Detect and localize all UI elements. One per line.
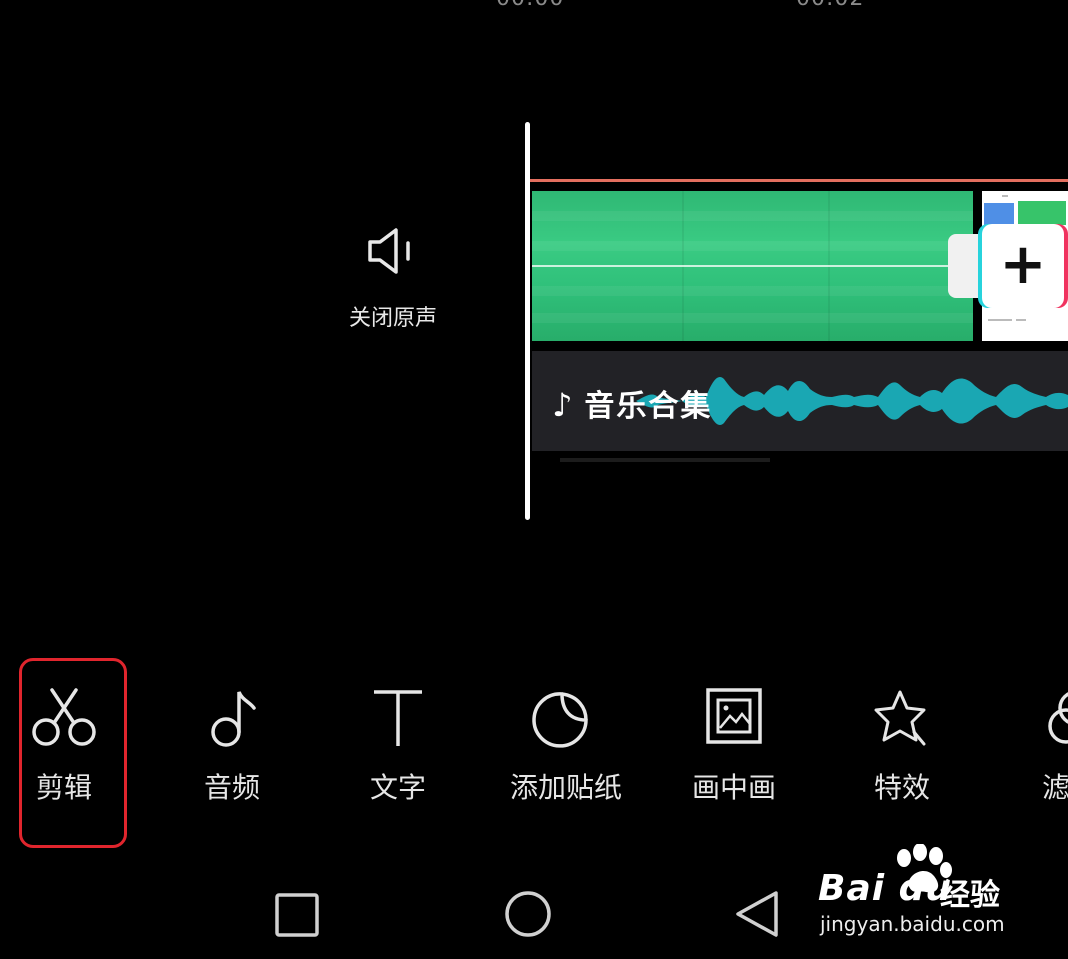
tool-audio-label: 音频 (203, 771, 260, 804)
timeline-time-start: 00:00 (496, 0, 564, 11)
speaker-mute-icon (368, 228, 410, 274)
mute-original-label: 关闭原声 (348, 306, 437, 331)
tool-filter[interactable]: 滤 (1010, 688, 1068, 808)
star-effect-icon (874, 690, 926, 746)
tool-edit-label: 剪辑 (35, 771, 92, 804)
audio-level-line (532, 265, 973, 267)
sticker-icon (532, 692, 588, 748)
music-note-icon (211, 691, 256, 747)
tool-pip-label: 画中画 (691, 771, 776, 804)
tool-effects[interactable]: 特效 (842, 688, 962, 808)
baidu-watermark: Bai du 经验 jingyan.baidu.com (818, 844, 1028, 940)
scissors-icon (32, 688, 96, 746)
tool-edit[interactable]: 剪辑 (4, 688, 124, 808)
tool-text[interactable]: 文字 (338, 688, 458, 808)
watermark-product: 经验 (940, 878, 1000, 913)
plus-icon: + (999, 232, 1047, 297)
add-clip-button[interactable]: + (982, 224, 1064, 308)
audio-title-text: 音乐合集 (584, 389, 713, 424)
tool-filter-label: 滤 (1042, 771, 1068, 804)
watermark-url: jingyan.baidu.com (820, 912, 1005, 936)
filter-icon (1048, 692, 1068, 744)
playhead[interactable] (525, 122, 530, 520)
home-button[interactable] (502, 888, 554, 940)
tool-audio[interactable]: 音频 (172, 688, 292, 808)
track-divider (560, 458, 770, 462)
timeline-time-end: 00:02 (796, 0, 864, 11)
audio-track[interactable]: ♪ 音乐合集 (532, 351, 1068, 451)
recent-apps-button[interactable] (272, 890, 322, 940)
watermark-brand: Bai du (818, 868, 953, 909)
back-button[interactable] (732, 888, 784, 940)
text-icon (374, 690, 422, 746)
video-clip[interactable] (532, 191, 973, 341)
tool-picture-in-picture[interactable]: 画中画 (674, 688, 794, 808)
music-note-icon: ♪ (552, 386, 575, 424)
picture-in-picture-icon (706, 688, 762, 744)
mute-original-button[interactable]: 关闭原声 (330, 220, 456, 331)
tool-effects-label: 特效 (873, 771, 930, 804)
tool-sticker-label: 添加贴纸 (509, 771, 622, 804)
timeline-marker-line (530, 179, 1068, 182)
audio-title: ♪ 音乐合集 (552, 381, 712, 425)
tool-sticker[interactable]: 添加贴纸 (506, 688, 626, 808)
tool-text-label: 文字 (369, 771, 426, 804)
